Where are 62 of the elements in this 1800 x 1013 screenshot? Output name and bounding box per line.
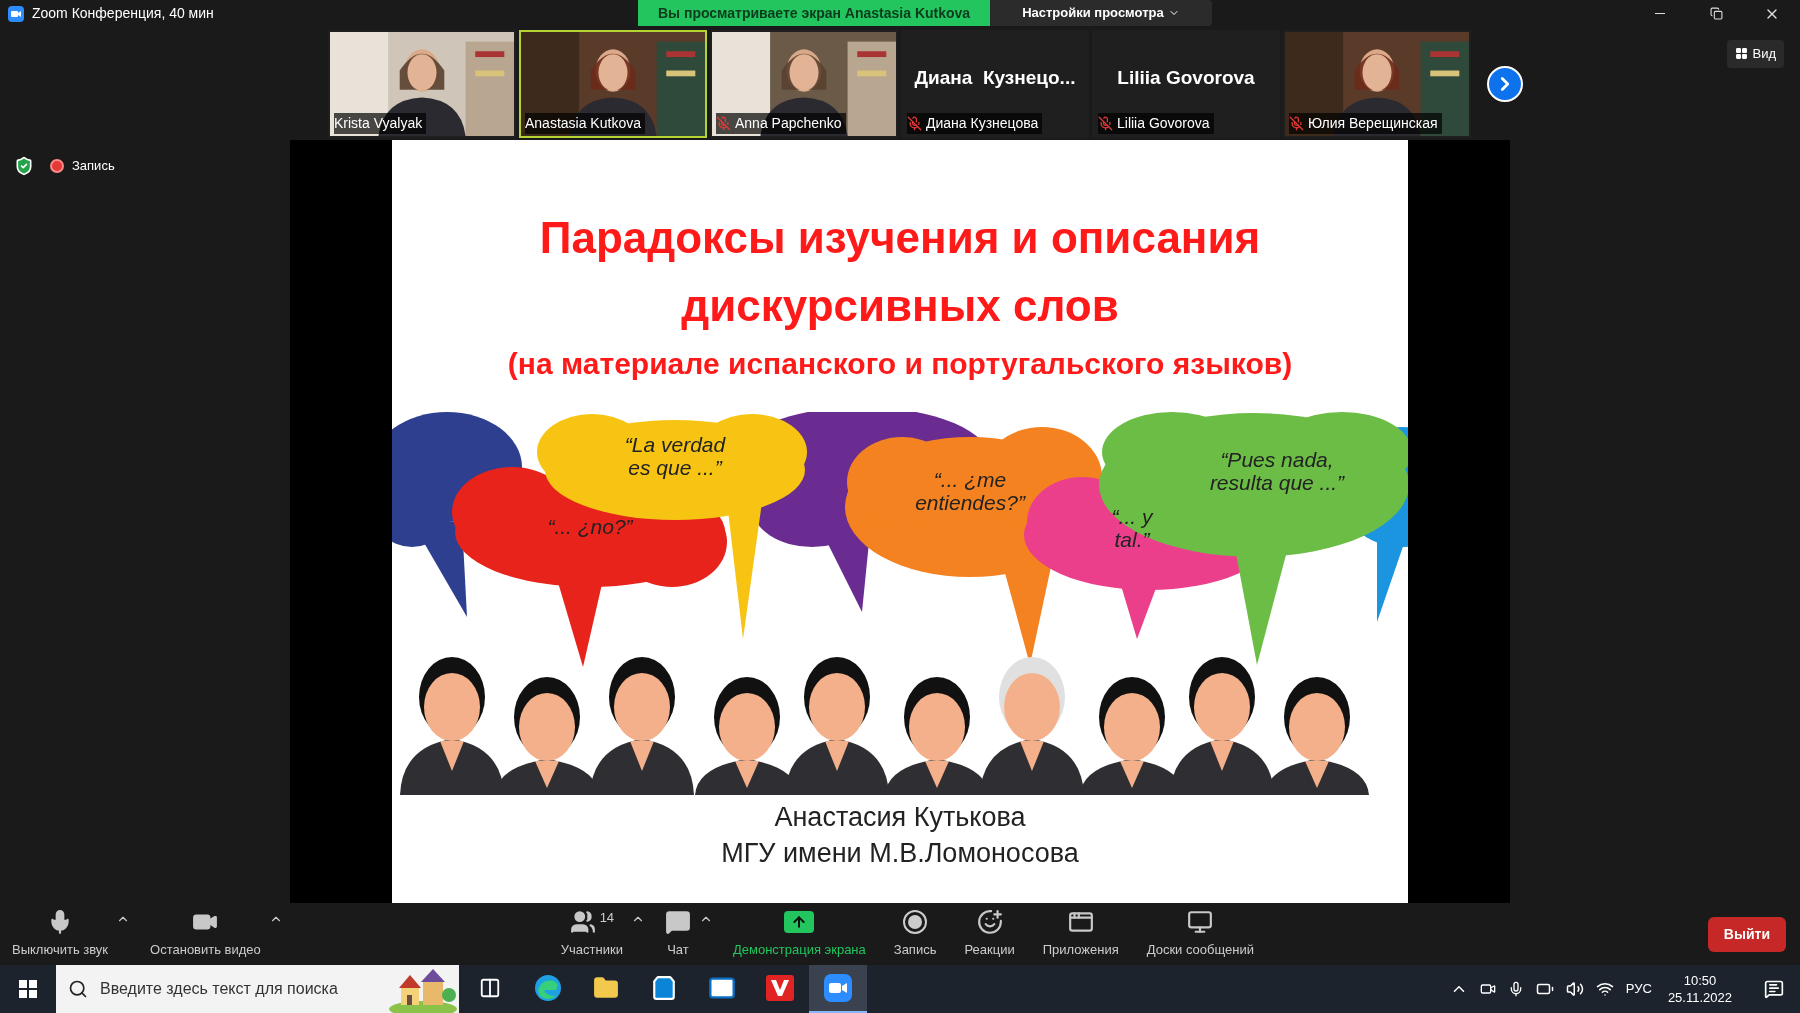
bubble-text: “... y tal.”	[1111, 505, 1153, 551]
folder-icon	[593, 975, 619, 1001]
taskbar-search-field[interactable]: Введите здесь текст для поиска	[56, 965, 459, 1013]
next-page-button[interactable]	[1487, 66, 1523, 102]
share-banner: Вы просматриваете экран Anastasia Kutkova	[638, 0, 991, 26]
participant-count: 14	[599, 909, 615, 928]
participant-name: Диана Кузнецова	[926, 114, 1039, 133]
video-camera-icon	[824, 974, 852, 1002]
slide-subtitle: (на материале испанского и португальского языков)	[507, 346, 1293, 382]
toolbar-button[interactable]: Доски сообщений	[1138, 908, 1262, 960]
letter-v-app-icon	[766, 975, 794, 1001]
camera-icon[interactable]	[1479, 981, 1496, 997]
toolbar-button[interactable]: Приложения	[1034, 908, 1127, 960]
clock[interactable]: 10:50 25.11.2022	[1663, 972, 1736, 1006]
notifications-icon[interactable]	[1764, 979, 1784, 999]
people-icon	[569, 909, 596, 936]
participant-name: Anastasia Kutkova	[525, 114, 641, 133]
record-icon	[903, 910, 928, 935]
bubble-text: “... ¿no?”	[547, 515, 633, 538]
search-icon	[68, 979, 88, 999]
task-view-icon	[479, 977, 501, 999]
window-title: Zoom Конференция, 40 мин	[32, 4, 214, 23]
slide-affiliation: МГУ имени М.В.Ломоносова	[721, 837, 1079, 870]
bubble-text: “Pues nada, resulta que ...”	[1209, 448, 1345, 494]
view-button[interactable]: Вид	[1727, 40, 1784, 68]
toolbar-button[interactable]: Демонстрация экрана	[724, 908, 874, 960]
shield-icon	[14, 156, 34, 176]
toolbar-button[interactable]: Выключить звук	[4, 908, 117, 960]
recording-indicator[interactable]: Запись	[50, 156, 115, 176]
video-camera-icon	[8, 5, 24, 22]
leave-button[interactable]: Выйти	[1707, 916, 1786, 952]
chat-bubble-icon	[664, 909, 691, 936]
participant-display-name: Диана Кузнецо...	[914, 65, 1076, 90]
participant-display-name: Liliia Govorova	[1117, 65, 1255, 90]
windows-logo-icon	[19, 980, 37, 998]
browser-icon	[534, 974, 562, 1002]
toolbar-button[interactable]: Остановить видео	[142, 908, 269, 960]
participant-name: Anna Papchenko	[735, 114, 842, 133]
slide-author: Анастасия Кутькова	[774, 801, 1026, 834]
monitor-icon	[1187, 909, 1214, 936]
speaker-icon[interactable]	[1565, 980, 1584, 998]
slide-title: дискурсивных слов	[681, 280, 1119, 332]
toolbar-button[interactable]: 14 Участники	[552, 908, 631, 960]
participant-name: Liliia Govorova	[1117, 114, 1210, 133]
view-settings-button[interactable]: Настройки просмотра	[990, 0, 1212, 26]
smiley-icon	[976, 909, 1003, 936]
share-screen-icon	[784, 911, 815, 934]
toolbar-button[interactable]: Чат	[656, 908, 699, 960]
bubble-text: “La verdad es que ...”	[624, 433, 726, 479]
toolbar-button[interactable]: Реакции	[956, 908, 1023, 960]
grid-icon	[1735, 47, 1749, 61]
bubble-text: “... ¿me entiendes?”	[915, 468, 1025, 514]
input-language[interactable]: РУС	[1625, 979, 1652, 999]
minimize-icon	[1655, 13, 1665, 14]
store-icon	[651, 975, 677, 1001]
restore-icon	[1709, 7, 1723, 20]
toolbar-button[interactable]: Запись	[885, 908, 945, 960]
wifi-icon[interactable]	[1595, 980, 1614, 998]
participant-name: Юлия Верещинская	[1308, 114, 1438, 133]
taskbar-app[interactable]	[809, 965, 867, 1013]
participant-name: Krista Vyalyak	[334, 114, 423, 133]
slide-title: Парадоксы изучения и описания	[539, 212, 1261, 264]
